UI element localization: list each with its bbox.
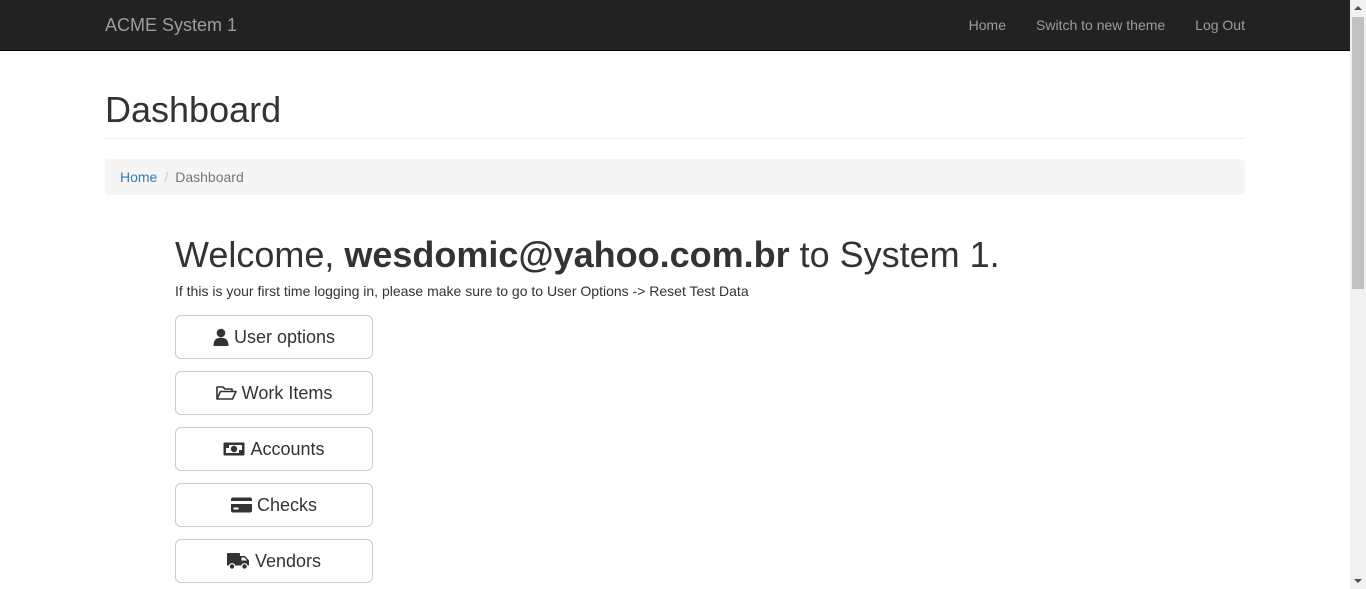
- breadcrumb: Home / Dashboard: [105, 159, 1245, 195]
- scroll-down-arrow-icon[interactable]: [1350, 573, 1366, 589]
- checks-button[interactable]: Checks: [175, 483, 373, 527]
- work-items-label: Work Items: [241, 382, 333, 403]
- page-title: Dashboard: [105, 89, 282, 130]
- dashboard-button-list: User options Work Items Accounts Checks: [175, 315, 373, 583]
- work-items-button[interactable]: Work Items: [175, 371, 373, 415]
- breadcrumb-separator: /: [164, 169, 169, 185]
- accounts-label: Accounts: [250, 438, 325, 459]
- main-panel: Welcome, wesdomic@yahoo.com.br to System…: [175, 233, 1175, 583]
- first-login-hint: If this is your first time logging in, p…: [175, 283, 749, 299]
- user-options-button[interactable]: User options: [175, 315, 373, 359]
- user-options-label: User options: [233, 326, 336, 347]
- vendors-button[interactable]: Vendors: [175, 539, 373, 583]
- page: ACME System 1 Home Switch to new theme L…: [0, 0, 1366, 589]
- vendors-label: Vendors: [254, 550, 322, 571]
- brand-link[interactable]: ACME System 1: [105, 15, 237, 35]
- nav-logout-link[interactable]: Log Out: [1180, 0, 1245, 50]
- truck-icon: [226, 552, 250, 570]
- page-header: Dashboard: [105, 90, 1245, 139]
- user-icon: [213, 328, 229, 346]
- credit-card-icon: [230, 497, 252, 513]
- scrollbar-thumb[interactable]: [1352, 17, 1364, 289]
- welcome-user: wesdomic@yahoo.com.br: [344, 234, 790, 275]
- vertical-scrollbar[interactable]: [1350, 0, 1366, 589]
- content-container: Dashboard Home / Dashboard: [105, 50, 1245, 195]
- welcome-heading: Welcome, wesdomic@yahoo.com.br to System…: [175, 233, 1175, 277]
- checks-label: Checks: [256, 494, 318, 515]
- folder-open-icon: [215, 385, 237, 401]
- top-navbar: ACME System 1 Home Switch to new theme L…: [0, 0, 1350, 51]
- nav-switch-theme-link[interactable]: Switch to new theme: [1021, 0, 1180, 50]
- breadcrumb-current: Dashboard: [175, 169, 244, 185]
- breadcrumb-home-link[interactable]: Home: [120, 169, 157, 185]
- accounts-button[interactable]: Accounts: [175, 427, 373, 471]
- nav-links: Home Switch to new theme Log Out: [954, 0, 1245, 50]
- welcome-suffix: to System 1.: [789, 234, 1000, 275]
- scroll-up-arrow-icon[interactable]: [1350, 0, 1366, 16]
- nav-home-link[interactable]: Home: [954, 0, 1021, 50]
- money-icon: [223, 442, 245, 456]
- welcome-prefix: Welcome,: [175, 234, 345, 275]
